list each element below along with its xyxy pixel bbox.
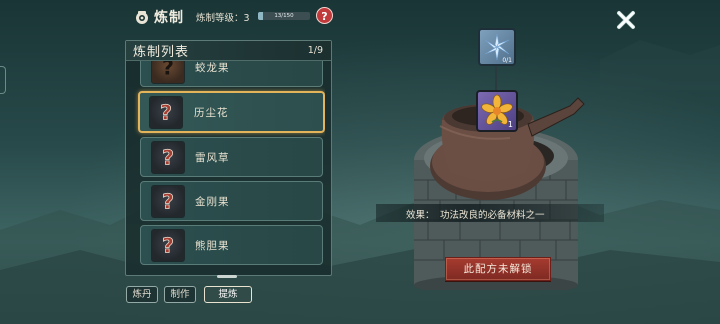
svg-text:?: ? — [162, 234, 174, 258]
svg-text:?: ? — [160, 101, 172, 125]
item-slot: ? — [151, 185, 185, 218]
item-slot: ? — [151, 141, 185, 174]
refine-level-label: 炼制等级：3 — [196, 13, 250, 24]
ingredient-slot[interactable]: 1 — [476, 90, 518, 132]
question-mark-icon: ? — [160, 100, 173, 125]
item-slot: ? — [151, 61, 185, 84]
item-name: 金刚果 — [195, 196, 230, 208]
item-slot: ? — [151, 229, 185, 262]
side-drawer-tab[interactable] — [0, 66, 6, 94]
question-icon: ? — [321, 10, 328, 23]
item-name: 雷风草 — [195, 152, 230, 164]
list-item[interactable]: ? 熊胆果 — [140, 225, 323, 265]
list-item-selected[interactable]: ? 历尘花 — [138, 91, 325, 133]
question-mark-icon: ? — [162, 189, 175, 214]
panel-header: 炼制列表 1/9 — [126, 41, 331, 61]
tab-craft[interactable]: 制作 — [164, 286, 196, 303]
effect-label: 效果： — [406, 210, 435, 221]
page-title: 炼制 — [154, 10, 184, 26]
svg-text:?: ? — [162, 146, 174, 170]
item-slot: ? — [149, 96, 183, 129]
svg-text:?: ? — [162, 61, 174, 80]
product-count: 0/1 — [502, 57, 512, 64]
question-mark-icon: ? — [162, 61, 174, 80]
product-slot[interactable]: 0/1 — [478, 28, 516, 66]
recipe-connector — [495, 66, 497, 92]
refine-screen: 炼制 炼制等级：3 13/150 ? 炼制列表 1/9 ? 蛟龙果 ? 历尘花 — [0, 0, 720, 324]
list-item[interactable]: ? 金刚果 — [140, 181, 323, 221]
tab-refine[interactable]: 提炼 — [204, 286, 252, 303]
item-name: 熊胆果 — [195, 240, 230, 252]
background-mountains — [0, 40, 720, 324]
recipe-list[interactable]: ? 蛟龙果 ? 历尘花 ? 雷风草 ? 金刚果 ? 熊胆果 — [134, 61, 325, 267]
recipe-list-panel: 炼制列表 1/9 ? 蛟龙果 ? 历尘花 ? 雷风草 ? 金刚果 ? 熊胆果 — [125, 40, 332, 276]
item-name: 蛟龙果 — [195, 62, 230, 74]
question-mark-icon: ? — [162, 145, 175, 170]
effect-text: 功法改良的必备材料之一 — [440, 210, 545, 221]
tab-alchemy[interactable]: 炼丹 — [126, 286, 158, 303]
recipe-locked-button[interactable]: 此配方未解锁 — [445, 257, 551, 281]
header: 炼制 — [134, 6, 184, 28]
scroll-indicator[interactable] — [217, 275, 237, 278]
svg-text:?: ? — [162, 190, 174, 214]
close-button[interactable] — [614, 8, 638, 32]
item-name: 历尘花 — [194, 107, 229, 119]
panel-title: 炼制列表 — [133, 45, 190, 60]
help-button[interactable]: ? — [316, 7, 333, 24]
recipe-count: 1/9 — [307, 45, 323, 56]
list-item[interactable]: ? 蛟龙果 — [140, 61, 323, 87]
question-mark-icon: ? — [162, 233, 175, 258]
cauldron-icon — [136, 11, 148, 24]
level-progress-text: 13/150 — [274, 13, 294, 19]
ingredient-count: 1 — [507, 120, 513, 129]
list-item[interactable]: ? 雷风草 — [140, 137, 323, 177]
